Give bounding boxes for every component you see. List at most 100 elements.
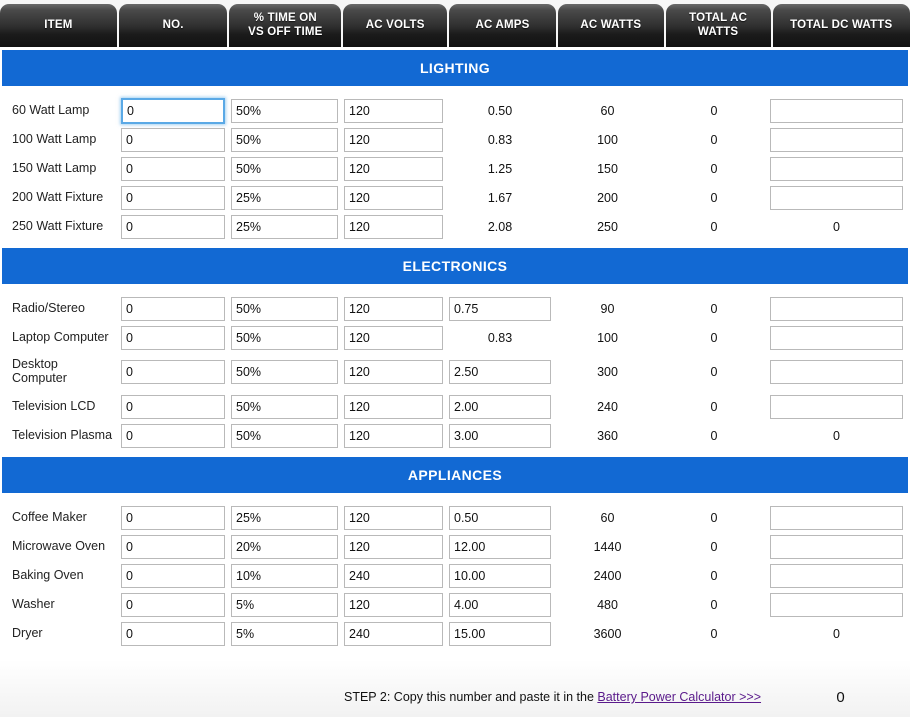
ac-volts-input[interactable] — [344, 563, 443, 588]
ac-volts-input[interactable] — [344, 621, 443, 646]
ac-volts-input[interactable] — [344, 394, 443, 419]
duty-cycle-input[interactable] — [231, 360, 338, 384]
row-volts-cell — [341, 619, 446, 648]
duty-cycle-input[interactable] — [231, 394, 338, 419]
ac-volts-input[interactable] — [344, 296, 443, 321]
quantity-input[interactable] — [121, 505, 225, 530]
total-dc-watts-input[interactable] — [770, 98, 903, 123]
duty-cycle-input[interactable] — [231, 423, 338, 448]
total-dc-watts-input[interactable] — [770, 296, 903, 321]
ac-amps-input[interactable] — [449, 394, 551, 419]
ac-amps-input[interactable] — [449, 505, 551, 530]
ac-volts-input[interactable] — [344, 423, 443, 448]
quantity-input[interactable] — [121, 97, 225, 124]
duty-cycle-input[interactable] — [231, 127, 338, 152]
total-dc-watts-value: 0 — [833, 626, 840, 641]
quantity-input[interactable] — [121, 394, 225, 419]
duty-cycle-input[interactable] — [231, 185, 338, 210]
total-dc-watts-input[interactable] — [770, 592, 903, 617]
duty-cycle-input[interactable] — [231, 325, 338, 350]
ac-watts-value: 60 — [600, 103, 615, 118]
quantity-input[interactable] — [121, 534, 225, 559]
duty-cycle-input[interactable] — [231, 592, 338, 617]
ac-amps-input[interactable] — [449, 621, 551, 646]
ac-volts-input[interactable] — [344, 534, 443, 559]
power-consumption-calculator: ITEM NO. % TIME ON VS OFF TIME AC VOLTS AC AM… — [0, 0, 910, 717]
row-amps-cell: 2.08 — [446, 212, 554, 241]
ac-amps-input[interactable] — [449, 423, 551, 448]
quantity-input[interactable] — [121, 156, 225, 181]
table-row: 60 Watt Lamp 0.50 60 0 — [0, 96, 910, 125]
row-watts-cell: 1440 — [554, 532, 661, 561]
row-item-label: 150 Watt Lamp — [12, 160, 97, 175]
row-item-label: 200 Watt Fixture — [12, 189, 104, 204]
total-dc-watts-input[interactable] — [770, 127, 903, 152]
total-ac-watts-value: 0 — [710, 330, 718, 345]
row-volts-cell — [341, 183, 446, 212]
total-dc-watts-input[interactable] — [770, 505, 903, 530]
quantity-input[interactable] — [121, 185, 225, 210]
quantity-input[interactable] — [121, 325, 225, 350]
ac-amps-input[interactable] — [449, 360, 551, 384]
ac-volts-input[interactable] — [344, 325, 443, 350]
column-header-label: AC WATTS — [580, 18, 642, 31]
duty-cycle-input[interactable] — [231, 156, 338, 181]
row-item-cell: Laptop Computer — [0, 323, 118, 352]
row-total-dc-cell — [767, 352, 906, 392]
ac-volts-input[interactable] — [344, 156, 443, 181]
duty-cycle-input[interactable] — [231, 621, 338, 646]
total-dc-watts-value: 0 — [833, 428, 840, 443]
table-row: Radio/Stereo 90 0 — [0, 294, 910, 323]
ac-volts-input[interactable] — [344, 185, 443, 210]
duty-cycle-input[interactable] — [231, 296, 338, 321]
total-dc-watts-input[interactable] — [770, 563, 903, 588]
row-pct-cell — [228, 154, 341, 183]
duty-cycle-input[interactable] — [231, 563, 338, 588]
ac-amps-input[interactable] — [449, 534, 551, 559]
quantity-input[interactable] — [121, 214, 225, 239]
ac-volts-input[interactable] — [344, 214, 443, 239]
total-dc-watts-input[interactable] — [770, 534, 903, 559]
column-header-watts: AC WATTS — [557, 4, 664, 47]
row-watts-cell: 200 — [554, 183, 661, 212]
ac-volts-input[interactable] — [344, 505, 443, 530]
ac-volts-input[interactable] — [344, 98, 443, 123]
row-no-cell — [118, 125, 228, 154]
ac-volts-input[interactable] — [344, 360, 443, 384]
quantity-input[interactable] — [121, 423, 225, 448]
duty-cycle-input[interactable] — [231, 214, 338, 239]
quantity-input[interactable] — [121, 360, 225, 384]
ac-amps-input[interactable] — [449, 563, 551, 588]
row-total-ac-cell: 0 — [661, 212, 767, 241]
row-no-cell — [118, 323, 228, 352]
duty-cycle-input[interactable] — [231, 505, 338, 530]
duty-cycle-input[interactable] — [231, 98, 338, 123]
ac-volts-input[interactable] — [344, 127, 443, 152]
battery-power-calculator-link[interactable]: Battery Power Calculator >>> — [597, 690, 761, 704]
total-dc-watts-input[interactable] — [770, 360, 903, 384]
table-row: Coffee Maker 60 0 — [0, 503, 910, 532]
row-pct-cell — [228, 421, 341, 450]
row-item-cell: 150 Watt Lamp — [0, 154, 118, 183]
ac-volts-input[interactable] — [344, 592, 443, 617]
quantity-input[interactable] — [121, 621, 225, 646]
row-item-label: Radio/Stereo — [12, 300, 85, 315]
duty-cycle-input[interactable] — [231, 534, 338, 559]
quantity-input[interactable] — [121, 127, 225, 152]
ac-watts-value: 90 — [600, 301, 615, 316]
quantity-input[interactable] — [121, 592, 225, 617]
row-amps-cell — [446, 590, 554, 619]
row-no-cell — [118, 421, 228, 450]
row-amps-cell — [446, 561, 554, 590]
total-ac-watts-value: 0 — [710, 161, 718, 176]
total-dc-watts-input[interactable] — [770, 394, 903, 419]
ac-amps-input[interactable] — [449, 296, 551, 321]
ac-amps-input[interactable] — [449, 592, 551, 617]
quantity-input[interactable] — [121, 296, 225, 321]
total-dc-watts-input[interactable] — [770, 325, 903, 350]
total-dc-watts-input[interactable] — [770, 156, 903, 181]
quantity-input[interactable] — [121, 563, 225, 588]
total-dc-watts-input[interactable] — [770, 185, 903, 210]
total-ac-watts-value: 0 — [710, 132, 718, 147]
row-total-ac-cell: 0 — [661, 590, 767, 619]
